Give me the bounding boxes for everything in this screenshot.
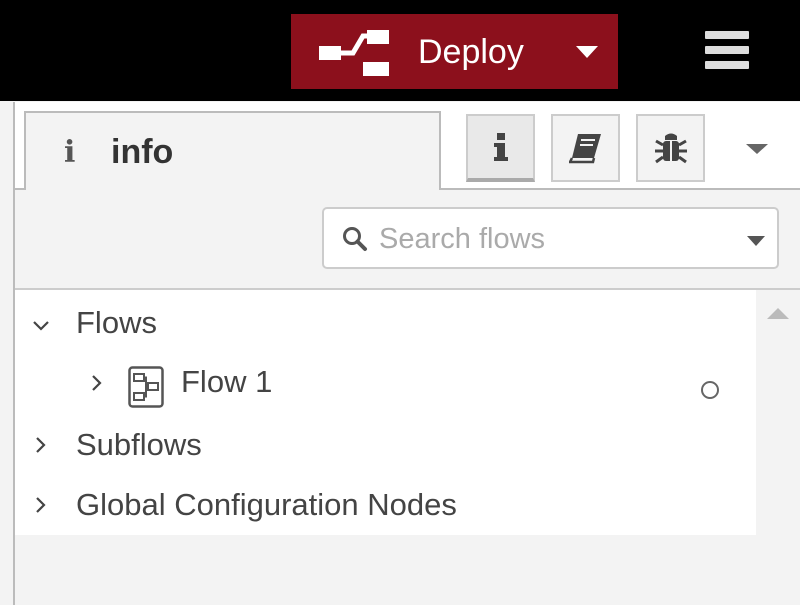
tree-label-flow-1: Flow 1 [181,364,273,399]
chevron-right-icon [36,437,46,453]
flow-status-circle-icon [701,381,719,399]
chevron-right-icon [36,497,46,513]
search-options-caret-icon[interactable] [747,236,765,246]
search-input[interactable] [379,221,719,257]
deploy-label: Deploy [418,33,524,71]
book-icon [568,134,601,164]
chevron-down-icon [33,321,49,331]
help-tab-button[interactable] [551,114,620,182]
tab-info-label: info [111,133,174,171]
chevron-right-icon [92,375,102,391]
main-menu-button[interactable] [700,27,754,73]
hamburger-menu-icon [705,31,749,39]
flow-tree-container: Flows Flow 1 Subflows Global Configurati… [15,288,800,605]
debug-tab-button[interactable] [636,114,705,182]
sidebar-tab-bar: i info [15,102,800,190]
deploy-dropdown-caret-icon[interactable] [576,46,598,58]
deploy-button[interactable]: Deploy [291,14,618,89]
deploy-icon [319,30,389,76]
tree-row-subflows[interactable]: Subflows [15,415,756,475]
tree-row-flow-1[interactable]: Flow 1 [15,353,756,413]
tree-label-flows: Flows [76,305,157,340]
info-icon: i [64,135,76,170]
header-bar: Deploy [0,0,800,101]
sidebar-panel: i info Search flows Flows Flow 1 Subflow… [13,102,800,605]
tab-menu-caret-icon[interactable] [746,144,768,154]
info-icon [493,133,508,161]
tree-label-global-config: Global Configuration Nodes [76,487,457,522]
tab-info[interactable]: i info [24,111,441,190]
bug-icon [654,133,687,164]
search-icon [343,227,367,251]
tree-scrollbar[interactable] [756,290,800,605]
flow-icon [128,366,164,408]
info-tab-button[interactable] [466,114,535,182]
flow-search-box [322,207,779,269]
tree-row-global-config[interactable]: Global Configuration Nodes [15,475,756,535]
scroll-up-arrow-icon[interactable] [767,308,789,319]
tree-row-flows[interactable]: Flows [15,293,756,353]
flow-tree: Flows Flow 1 Subflows Global Configurati… [15,290,756,535]
tree-label-subflows: Subflows [76,427,202,462]
